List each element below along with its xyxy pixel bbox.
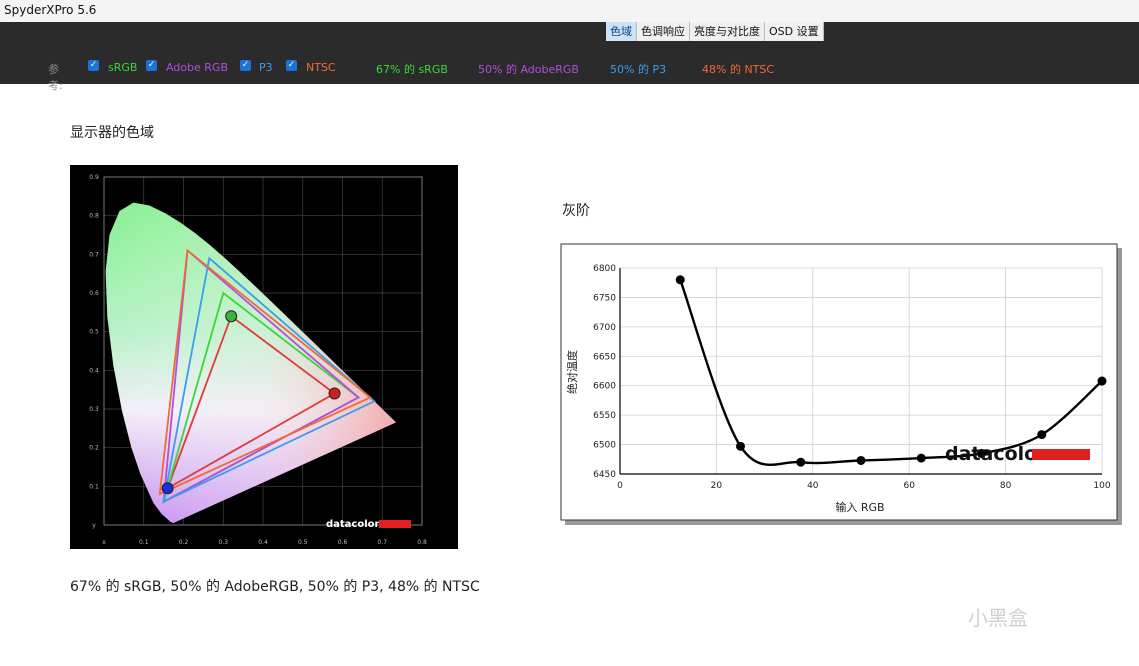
gamut-diagram: x 0.1 0.2 0.3 0.4 0.5 0.6 0.7 0.8 y 0.1 0.2 0.3 0.4 0.… <box>70 165 458 549</box>
p3-label: P3 <box>259 61 273 74</box>
gamut-y-tick-label: 0.3 <box>89 406 99 413</box>
gamut-y-tick-label: 0.8 <box>89 213 99 220</box>
gamut-y-tick-label: 0.9 <box>89 174 99 181</box>
grayscale-x-tick-label: 60 <box>903 481 915 491</box>
grayscale-x-tick-label: 0 <box>617 481 623 491</box>
grayscale-data-point <box>736 441 745 451</box>
grayscale-data-point <box>1097 376 1107 386</box>
ntsc-coverage: 48% 的 NTSC <box>702 63 775 76</box>
grayscale-y-tick-label: 6500 <box>593 441 616 451</box>
grayscale-x-tick-label: 80 <box>1000 481 1012 491</box>
grayscale-data-point <box>856 455 866 465</box>
tab-bar: 色域 色调响应 亮度与对比度 OSD 设置 <box>606 22 824 42</box>
grayscale-y-axis-label: 绝对温度 <box>565 350 579 394</box>
gamut-y-tick-label: 0.4 <box>89 367 99 374</box>
title-bar: SpyderXPro 5.6 <box>0 0 1139 22</box>
gamut-brand-bar <box>379 520 411 528</box>
adobe-rgb-checkbox[interactable]: ✓ <box>146 60 157 71</box>
reference-label: 参考: <box>48 63 63 92</box>
grayscale-title: 灰阶 <box>562 203 590 219</box>
gamut-x-tick-label: x <box>102 539 106 546</box>
tab-gamut[interactable]: 色域 <box>606 22 637 41</box>
grayscale-x-tick-label: 40 <box>807 481 819 491</box>
p3-checkbox[interactable]: ✓ <box>240 60 251 71</box>
grayscale-y-tick-label: 6800 <box>593 264 616 274</box>
ntsc-label: NTSC <box>306 61 336 74</box>
grayscale-y-tick-label: 6700 <box>593 323 616 333</box>
gamut-x-tick-label: 0.6 <box>338 539 348 546</box>
gamut-coverage-caption: 67% 的 sRGB, 50% 的 AdobeRGB, 50% 的 P3, 48… <box>70 579 480 595</box>
gamut-y-tick-label: y <box>92 522 96 529</box>
primary-marker-blue <box>161 482 174 495</box>
gamut-brand-logo: datacolor <box>326 519 380 530</box>
adobe-rgb-label: Adobe RGB <box>166 61 229 74</box>
gamut-y-tick-label: 0.2 <box>89 445 99 452</box>
grayscale-data-point <box>675 275 685 285</box>
grayscale-y-tick-label: 6600 <box>593 382 616 392</box>
tab-osd-settings[interactable]: OSD 设置 <box>765 22 824 41</box>
grayscale-x-axis-label: 输入 RGB <box>835 500 884 514</box>
gamut-x-tick-label: 0.1 <box>139 539 149 546</box>
grayscale-y-tick-label: 6650 <box>593 352 616 362</box>
grayscale-x-tick-label: 20 <box>711 481 723 491</box>
srgb-coverage: 67% 的 sRGB <box>376 63 448 76</box>
gamut-y-tick-label: 0.1 <box>89 483 99 490</box>
p3-coverage: 50% 的 P3 <box>610 63 667 76</box>
gamut-x-tick-label: 0.5 <box>298 539 308 546</box>
gamut-y-tick-label: 0.7 <box>89 251 99 258</box>
gamut-y-tick-label: 0.5 <box>89 329 99 336</box>
srgb-label: sRGB <box>108 61 138 74</box>
tab-tone-response[interactable]: 色调响应 <box>637 22 690 41</box>
app-title: SpyderXPro 5.6 <box>4 3 97 17</box>
gamut-x-tick-label: 0.2 <box>179 539 189 546</box>
grayscale-data-point <box>1037 430 1047 440</box>
gamut-x-tick-label: 0.7 <box>377 539 387 546</box>
chart-frame <box>560 243 1118 521</box>
grayscale-x-tick-label: 100 <box>1093 481 1110 491</box>
primary-marker-green <box>225 310 238 323</box>
grayscale-y-tick-label: 6550 <box>593 411 616 421</box>
grayscale-y-tick-label: 6750 <box>593 293 616 303</box>
gamut-title: 显示器的色域 <box>70 125 154 141</box>
srgb-checkbox[interactable]: ✓ <box>88 60 99 71</box>
ntsc-checkbox[interactable]: ✓ <box>286 60 297 71</box>
grayscale-data-point <box>796 457 806 467</box>
grayscale-y-tick-label: 6450 <box>593 470 616 480</box>
adobe-rgb-coverage: 50% 的 AdobeRGB <box>478 63 579 76</box>
grayscale-brand-logo: datacolor <box>945 443 1047 465</box>
watermark-logo: 小黑盒 <box>968 606 1028 630</box>
primary-marker-red <box>328 387 341 400</box>
tab-brightness-contrast[interactable]: 亮度与对比度 <box>690 22 765 41</box>
grayscale-chart: 0 20 40 60 80 100 6450 6500 6550 6600 6650 6700 6750… <box>560 243 1122 525</box>
grayscale-data-point <box>916 453 926 463</box>
gamut-y-tick-label: 0.6 <box>89 290 99 297</box>
gamut-x-tick-label: 0.8 <box>417 539 427 546</box>
gamut-x-tick-label: 0.4 <box>258 539 268 546</box>
grayscale-brand-bar <box>1032 449 1090 460</box>
gamut-x-tick-label: 0.3 <box>218 539 228 546</box>
